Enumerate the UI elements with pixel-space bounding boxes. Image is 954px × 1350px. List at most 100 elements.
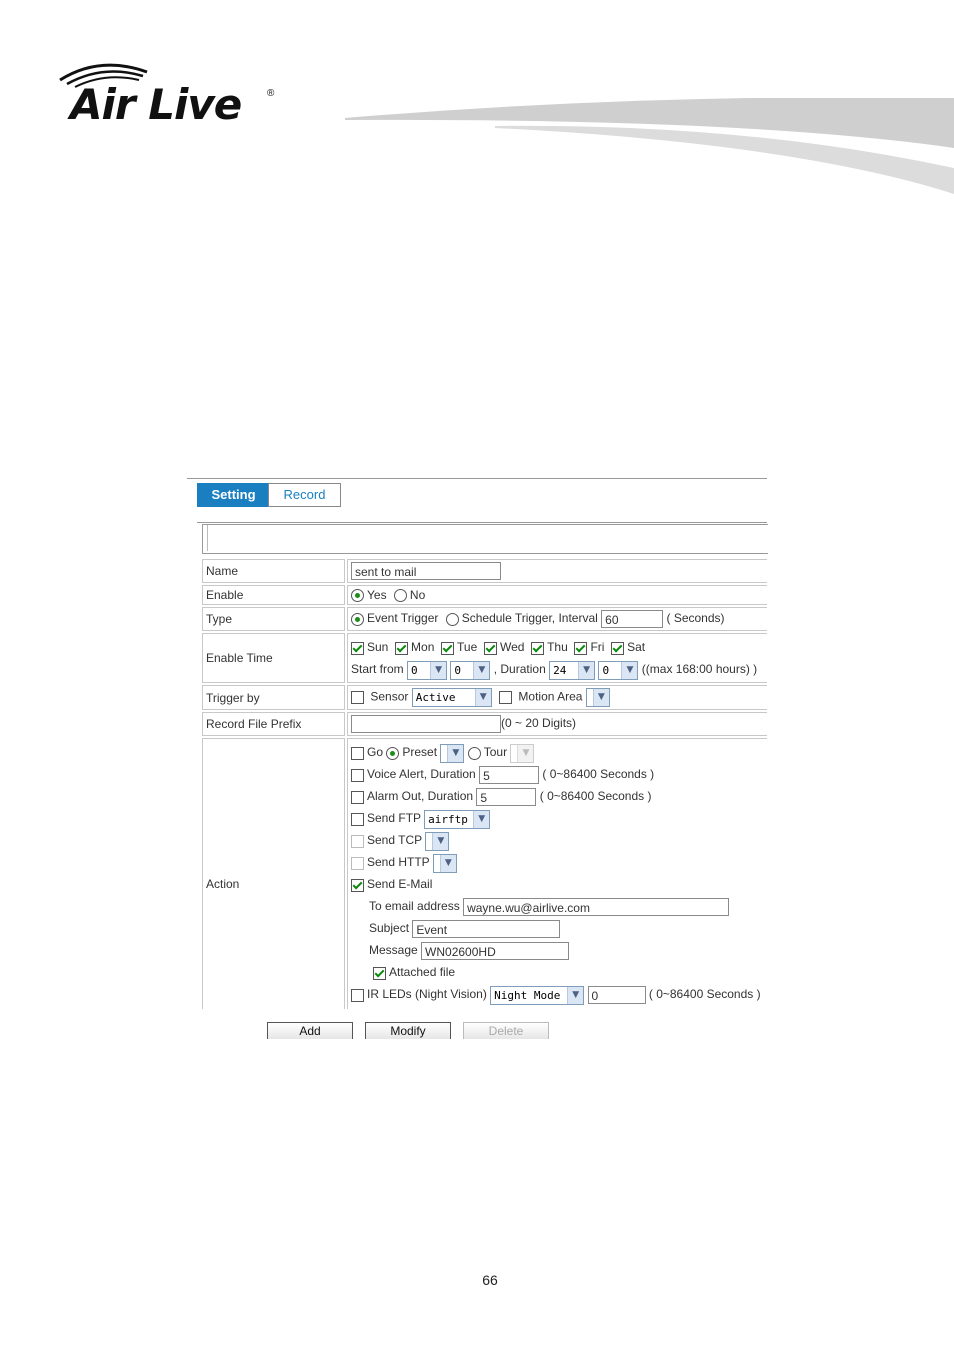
- tour-label: Tour: [483, 745, 508, 760]
- schedule-trigger-label: Schedule Trigger, Interval: [461, 611, 598, 626]
- ir-duration-input[interactable]: 0: [587, 986, 646, 1005]
- sensor-label: Sensor: [370, 690, 409, 704]
- tcp-server-select[interactable]: ▼: [425, 831, 450, 851]
- send-ftp-label: Send FTP: [367, 811, 421, 826]
- interval-input[interactable]: 60: [601, 610, 664, 629]
- logo-text: Air Live: [70, 80, 242, 129]
- day-wed-checkbox[interactable]: [483, 641, 497, 655]
- duration-minute-value: 0: [602, 663, 610, 677]
- preset-select[interactable]: ▼: [440, 743, 465, 763]
- event-trigger-radio[interactable]: [351, 612, 364, 626]
- subject-label: Subject: [369, 921, 410, 936]
- action-cell: Go Preset ▼ Tour ▼ Voice Alert, Duration…: [347, 738, 767, 1009]
- preset-radio[interactable]: [386, 746, 400, 760]
- to-email-line: To email address wayne.wu@airlive.com: [351, 895, 767, 917]
- motion-area-label: Motion Area: [518, 690, 583, 704]
- enable-yes-label: Yes: [367, 588, 387, 602]
- enable-time-cell: Sun Mon Tue Wed Thu Fri Sat Start from 0…: [347, 633, 767, 684]
- interval-unit: ( Seconds): [666, 611, 725, 626]
- add-button[interactable]: Add: [267, 1022, 353, 1039]
- ir-mode-select[interactable]: Night Mode ▼: [490, 985, 585, 1005]
- action-label: Action: [202, 738, 345, 1009]
- duration-minute-select[interactable]: 0 ▼: [598, 660, 639, 680]
- preset-label: Preset: [402, 745, 438, 760]
- send-ftp-line: Send FTP airftp ▼: [351, 807, 767, 829]
- enable-no-radio[interactable]: [393, 589, 407, 603]
- attached-file-checkbox[interactable]: [373, 966, 386, 980]
- enable-no-label: No: [409, 588, 426, 602]
- subject-input[interactable]: Event: [412, 920, 561, 939]
- record-prefix-input[interactable]: [351, 715, 501, 734]
- event-list-box[interactable]: [202, 524, 768, 554]
- voice-alert-checkbox[interactable]: [351, 768, 364, 782]
- chevron-down-icon: ▼: [567, 986, 584, 1004]
- day-fri-label: Fri: [590, 640, 605, 655]
- day-tue-checkbox[interactable]: [441, 641, 455, 655]
- send-tcp-checkbox[interactable]: [351, 834, 364, 848]
- attached-file-line: Attached file: [351, 961, 767, 983]
- ftp-server-value: airftp: [428, 812, 468, 826]
- day-sat-checkbox[interactable]: [611, 641, 625, 655]
- row-record-prefix: Record File Prefix (0 ~ 20 Digits): [202, 712, 767, 737]
- start-time-line: Start from 0 ▼ 0 ▼ , Duration 24 ▼ 0 ▼ ((max…: [351, 658, 767, 680]
- to-email-label: To email address: [369, 899, 460, 914]
- chevron-down-icon: ▼: [517, 744, 534, 762]
- go-checkbox[interactable]: [351, 746, 364, 760]
- send-ftp-checkbox[interactable]: [351, 812, 364, 826]
- start-hour-select[interactable]: 0 ▼: [407, 660, 448, 680]
- chevron-down-icon: ▼: [621, 661, 638, 679]
- event-list-inner: [207, 525, 768, 551]
- tab-record[interactable]: Record: [268, 483, 341, 507]
- type-cell: Event Trigger Schedule Trigger, Interval…: [347, 607, 767, 632]
- day-thu-checkbox[interactable]: [531, 641, 545, 655]
- record-prefix-cell: (0 ~ 20 Digits): [347, 712, 767, 737]
- event-trigger-label: Event Trigger: [367, 611, 439, 626]
- send-http-checkbox[interactable]: [351, 856, 364, 870]
- start-minute-select[interactable]: 0 ▼: [450, 660, 491, 680]
- motion-area-select[interactable]: ▼: [585, 688, 610, 708]
- sensor-select[interactable]: Active ▼: [411, 688, 492, 708]
- send-email-checkbox[interactable]: [351, 878, 364, 892]
- enable-time-label: Enable Time: [202, 633, 345, 684]
- send-http-line: Send HTTP ▼: [351, 851, 767, 873]
- row-enable-time: Enable Time Sun Mon Tue Wed Thu Fri Sat …: [202, 633, 767, 684]
- modify-button[interactable]: Modify: [365, 1022, 451, 1039]
- ir-leds-line: IR LEDs (Night Vision) Night Mode ▼ 0 ( 0…: [351, 983, 767, 1005]
- http-server-select[interactable]: ▼: [432, 853, 457, 873]
- voice-alert-duration-input[interactable]: 5: [479, 766, 540, 785]
- start-minute-value: 0: [454, 663, 461, 677]
- name-input[interactable]: sent to mail: [351, 562, 501, 580]
- tab-setting[interactable]: Setting: [197, 483, 270, 507]
- day-fri-checkbox[interactable]: [574, 641, 588, 655]
- start-from-label: Start from: [351, 662, 404, 677]
- alarm-out-duration-input[interactable]: 5: [476, 788, 537, 807]
- alarm-out-checkbox[interactable]: [351, 790, 364, 804]
- divider: [197, 522, 767, 523]
- duration-hour-select[interactable]: 24 ▼: [549, 660, 596, 680]
- ir-leds-checkbox[interactable]: [351, 988, 364, 1002]
- day-mon-checkbox[interactable]: [395, 641, 409, 655]
- alarm-out-label: Alarm Out, Duration: [367, 789, 474, 804]
- page-number: 66: [482, 1272, 498, 1288]
- trigger-by-cell: Sensor Active ▼ Motion Area ▼: [347, 685, 767, 711]
- message-input[interactable]: WN02600HD: [421, 942, 570, 961]
- delete-button[interactable]: Delete: [463, 1022, 549, 1039]
- motion-area-checkbox[interactable]: [499, 691, 513, 705]
- sensor-checkbox[interactable]: [351, 691, 364, 705]
- ftp-server-select[interactable]: airftp ▼: [424, 809, 491, 829]
- go-label: Go: [367, 745, 384, 760]
- day-thu-label: Thu: [547, 640, 568, 655]
- subject-line: Subject Event: [351, 917, 767, 939]
- day-sun-checkbox[interactable]: [351, 641, 364, 655]
- schedule-trigger-radio[interactable]: [445, 612, 459, 626]
- logo-registered-mark: ®: [267, 88, 275, 99]
- chevron-down-icon: ▼: [447, 744, 464, 762]
- message-label: Message: [369, 943, 418, 958]
- enable-yes-radio[interactable]: [351, 589, 364, 603]
- tour-radio[interactable]: [467, 746, 481, 760]
- to-email-input[interactable]: wayne.wu@airlive.com: [463, 898, 730, 917]
- record-prefix-label: Record File Prefix: [202, 712, 345, 737]
- tour-select[interactable]: ▼: [510, 743, 535, 763]
- enable-label: Enable: [202, 585, 345, 606]
- chevron-down-icon: ▼: [473, 810, 490, 828]
